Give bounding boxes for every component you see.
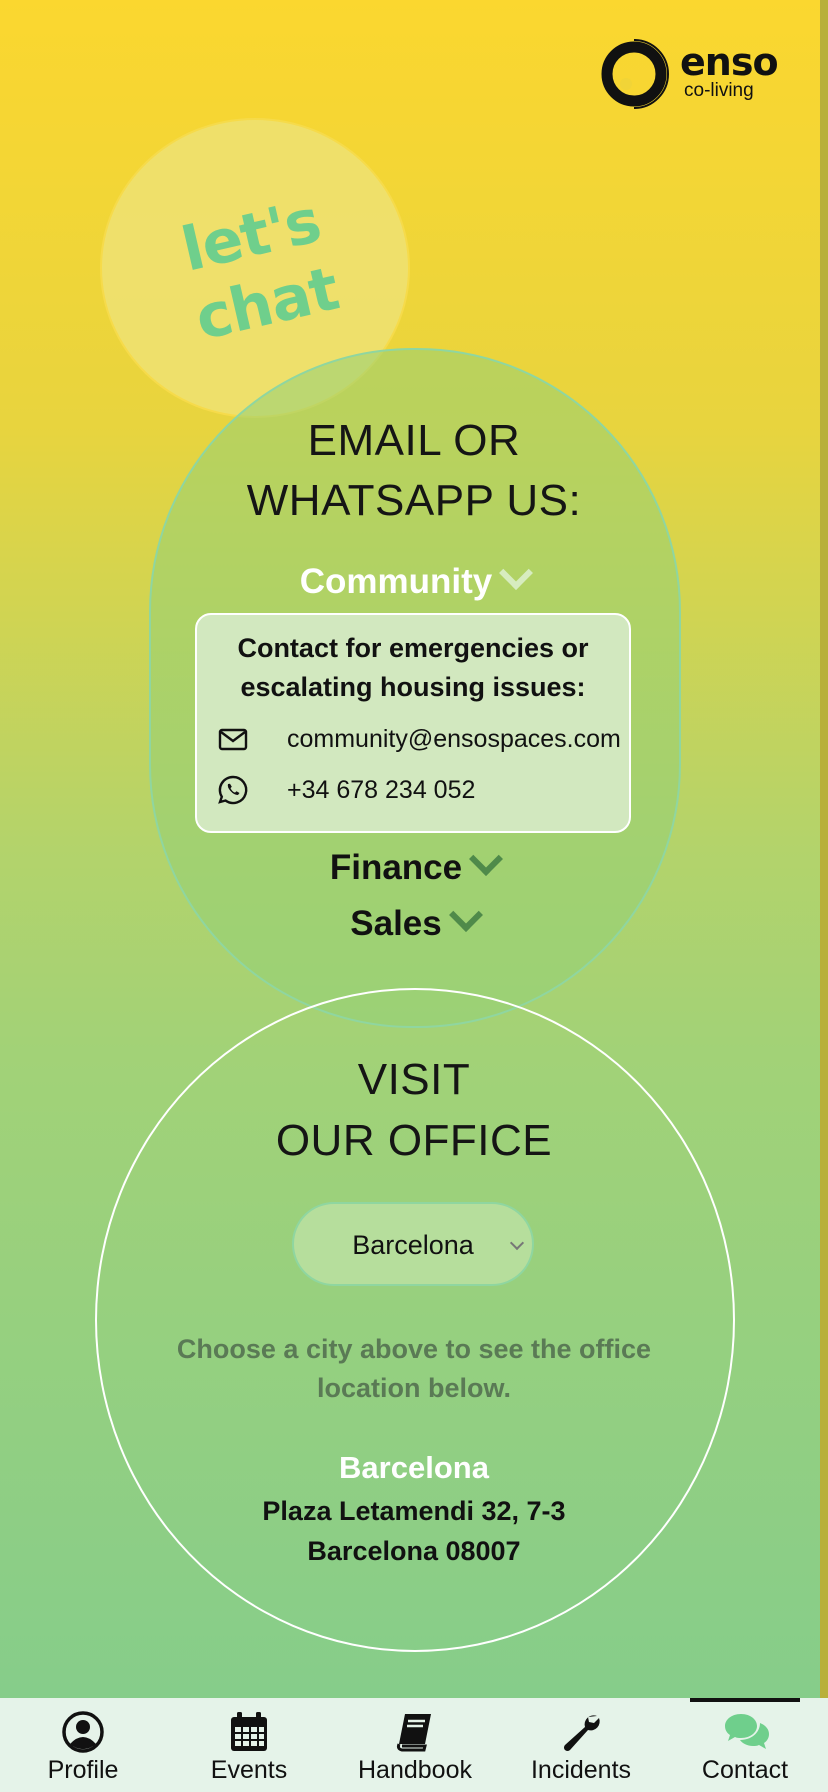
office-address-line2: Barcelona 08007 [307, 1536, 521, 1566]
office-city: Barcelona [339, 1450, 489, 1485]
sales-dropdown-toggle[interactable]: Sales [0, 898, 820, 944]
brand-name: enso [680, 40, 779, 84]
city-select-value: Barcelona [352, 1230, 474, 1260]
nav-contact-label: Contact [701, 1756, 789, 1784]
whatsapp-icon [218, 775, 248, 805]
community-email: community@ensospaces.com [287, 725, 621, 753]
community-dropdown-toggle[interactable]: Community [0, 556, 820, 602]
nav-incidents-label: Incidents [530, 1756, 632, 1784]
nav-events[interactable]: Events [166, 1698, 332, 1792]
office-section-title-line2: OUR OFFICE [275, 1116, 553, 1165]
office-section-title-line1: VISIT [357, 1055, 471, 1104]
chat-bubbles-icon [725, 1714, 769, 1749]
bottom-nav: Profile Events Handbook Incidents Contac… [0, 1698, 828, 1792]
brand-tagline: co-living [684, 80, 754, 101]
email-section-title-line1: EMAIL OR [307, 416, 521, 465]
finance-dropdown-label: Finance [329, 848, 463, 887]
community-contact-card: Contact for emergencies or escalating ho… [195, 613, 631, 833]
sales-dropdown-label: Sales [350, 904, 442, 943]
contact-page: enso co-living let's chat EMAIL OR WHATS… [0, 0, 820, 1698]
wrench-icon [563, 1715, 600, 1752]
chevron-down-icon [448, 898, 483, 932]
finance-dropdown-toggle[interactable]: Finance [0, 842, 820, 888]
enso-logo: enso co-living [596, 38, 786, 112]
community-description: Contact for emergencies or escalating ho… [237, 633, 589, 702]
email-section-title-line2: WHATSAPP US: [246, 476, 582, 525]
nav-handbook-label: Handbook [358, 1756, 472, 1784]
nav-profile-label: Profile [47, 1756, 119, 1784]
enso-logo-icon [601, 39, 670, 109]
envelope-icon [218, 728, 248, 751]
office-hint-text: Choose a city above to see the office lo… [176, 1334, 652, 1403]
nav-events-label: Events [210, 1756, 288, 1784]
city-select[interactable]: Barcelona [292, 1202, 534, 1286]
nav-profile[interactable]: Profile [0, 1698, 166, 1792]
community-phone: +34 678 234 052 [287, 776, 476, 804]
community-dropdown-label: Community [299, 562, 493, 601]
office-address-line1: Plaza Letamendi 32, 7-3 [262, 1496, 566, 1526]
nav-incidents[interactable]: Incidents [498, 1698, 664, 1792]
book-icon [396, 1714, 431, 1752]
nav-handbook[interactable]: Handbook [332, 1698, 498, 1792]
calendar-icon [231, 1712, 267, 1751]
nav-contact[interactable]: Contact [662, 1698, 828, 1792]
chevron-down-icon [499, 556, 534, 590]
scrollbar[interactable] [820, 0, 828, 1698]
user-circle-icon [62, 1711, 104, 1753]
chevron-down-icon [469, 842, 504, 876]
